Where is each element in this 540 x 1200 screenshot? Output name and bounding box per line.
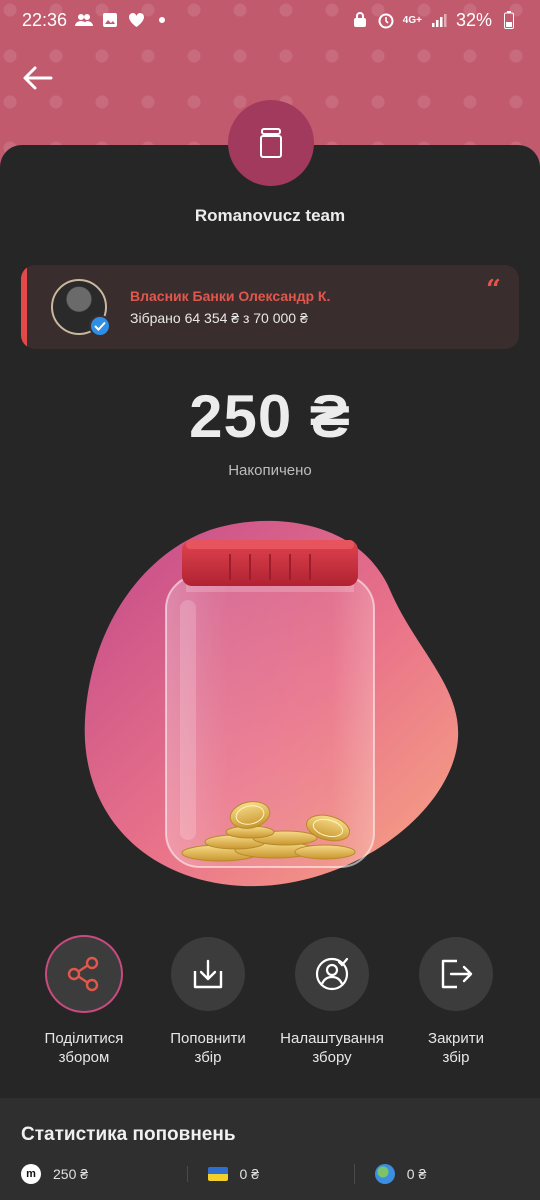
people-icon [75,11,94,29]
jar-icon [260,128,282,158]
stat-monobank: m 250 ₴ [21,1164,187,1184]
network-label: 4G+ [402,14,422,26]
close-fundraiser-action-button[interactable]: Закрити збір [396,937,516,1077]
close-action-circle[interactable] [419,937,493,1011]
owner-raised: Зібрано 64 354 ₴ з 70 000 ₴ [130,310,308,326]
balance-label: Накопичено [228,462,312,479]
share-action-label: Поділитися збором [44,1030,124,1066]
stat-monobank-value: 250 ₴ [53,1166,89,1182]
lock-icon [351,11,369,29]
settings-action-label: Налаштування збору [280,1030,384,1066]
status-time: 22:36 [22,9,68,30]
share-icon [67,956,99,992]
arrow-left-icon [23,66,53,90]
download-tray-icon [193,959,223,989]
battery-percent: 32% [455,9,492,30]
gallery-icon [101,11,119,29]
jar-illustration [60,510,480,910]
stats-section: Статистика поповнень m 250 ₴ 0 ₴ 0 ₴ [0,1098,540,1200]
settings-action-circle[interactable] [295,937,369,1011]
stat-ukraine-value: 0 ₴ [239,1166,260,1182]
quote-icon: “ [486,275,501,305]
exit-icon [441,959,473,989]
team-name: Romanovucz team [194,206,346,225]
topup-action-circle[interactable] [171,937,245,1011]
balance-amount: 250 ₴ [189,383,351,450]
battery-icon [500,11,518,29]
globe-icon [374,1164,395,1184]
back-button[interactable] [20,60,56,96]
close-action-label: Закрити збір [428,1030,484,1066]
stat-world-value: 0 ₴ [406,1166,427,1182]
signal-icon [430,11,448,29]
status-bar: 22:36 4G+ 32% [0,0,540,40]
owner-avatar [51,279,111,337]
action-bar: Поділитися збором Поповнити збір Налашту… [0,937,540,1077]
share-action-button[interactable]: Поділитися збором [24,937,144,1077]
settings-user-icon [315,957,349,991]
alarm-icon [377,11,395,29]
stats-title: Статистика поповнень [21,1124,236,1145]
settings-action-button[interactable]: Налаштування збору [272,937,392,1077]
stat-world: 0 ₴ [353,1164,521,1184]
ukraine-flag-icon [207,1167,228,1181]
share-action-circle[interactable] [47,937,121,1011]
dot-icon [153,11,171,29]
topup-action-button[interactable]: Поповнити збір [148,937,268,1077]
owner-title: Власник Банки Олександр К. [130,288,331,304]
owner-card[interactable]: Власник Банки Олександр К. Зібрано 64 35… [21,265,519,349]
monobank-icon: m [21,1164,41,1184]
verified-badge-icon [89,315,111,337]
stat-ukraine: 0 ₴ [186,1166,354,1182]
stats-row: m 250 ₴ 0 ₴ 0 ₴ [21,1162,521,1186]
heart-icon [127,11,145,29]
jar-avatar [228,100,314,186]
topup-action-label: Поповнити збір [170,1030,246,1066]
